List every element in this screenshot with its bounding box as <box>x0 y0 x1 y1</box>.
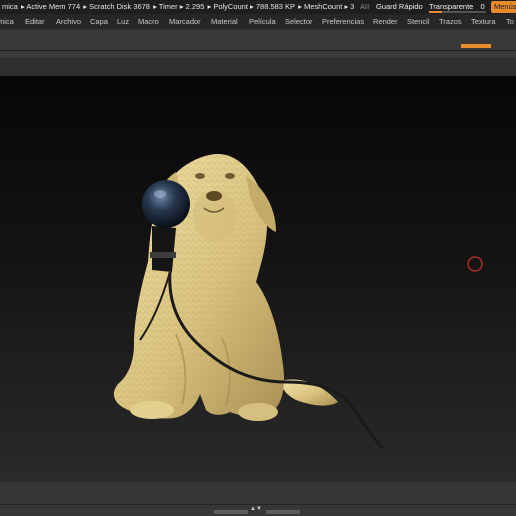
menu-textura[interactable]: Textura <box>471 14 496 29</box>
menu-stencil[interactable]: Stencil <box>407 14 430 29</box>
stats-readout: mica ▸ Active Mem 774 ▸ Scratch Disk 367… <box>2 0 355 14</box>
active-menu-marker <box>461 44 491 48</box>
status-bar: mica ▸ Active Mem 774 ▸ Scratch Disk 367… <box>0 0 516 14</box>
bottom-handle-right[interactable] <box>266 510 300 514</box>
menu-selector[interactable]: Selector <box>285 14 313 29</box>
brush-cursor-icon <box>467 256 483 272</box>
toolbar-strip-lower <box>0 58 516 76</box>
menu-macro[interactable]: Macro <box>138 14 159 29</box>
menu-preferencias[interactable]: Preferencias <box>322 14 364 29</box>
menu-mica[interactable]: mica <box>0 14 14 29</box>
menu-trazos[interactable]: Trazos <box>439 14 462 29</box>
stat-mica: mica <box>2 2 18 11</box>
transparency-track[interactable] <box>429 11 486 13</box>
toolbar-strip <box>0 51 516 58</box>
menu-pelicula[interactable]: Película <box>249 14 276 29</box>
menu-marcador[interactable]: Marcador <box>169 14 201 29</box>
stat-scratch-disk: ▸ Scratch Disk 3678 <box>83 2 150 11</box>
transparency-fill <box>429 11 442 13</box>
menu-luz[interactable]: Luz <box>117 14 129 29</box>
stat-timer: ▸ Timer ▸ 2.295 <box>153 2 205 11</box>
menu-render[interactable]: Render <box>373 14 398 29</box>
menu-material[interactable]: Material <box>211 14 238 29</box>
bottom-shelf: ▲▼ <box>0 482 516 516</box>
top-shelf <box>0 29 516 51</box>
menu-bar: mica Editar Archivo Capa Luz Macro Marca… <box>0 14 516 29</box>
menus-button[interactable]: Menús <box>491 1 516 13</box>
stat-meshcount: ▸ MeshCount ▸ 3 <box>298 2 355 11</box>
transparency-value: 0 <box>480 2 485 11</box>
bottom-handle-left[interactable] <box>214 510 248 514</box>
expand-arrows-icon[interactable]: ▲▼ <box>250 506 262 512</box>
menu-tool[interactable]: To <box>506 14 514 29</box>
dog-sculpt-with-microphone <box>113 154 483 449</box>
menu-archivo[interactable]: Archivo <box>56 14 81 29</box>
quicksave-button[interactable]: Guard Rápido <box>376 0 423 14</box>
menu-capa[interactable]: Capa <box>90 14 108 29</box>
bottom-divider <box>0 504 516 505</box>
stat-active-mem: ▸ Active Mem 774 <box>20 2 81 11</box>
menu-editar[interactable]: Editar <box>25 14 45 29</box>
canvas-viewport[interactable] <box>0 76 516 482</box>
transparency-label: Transparente <box>429 2 474 11</box>
ai-label: AII <box>360 2 370 11</box>
stat-polycount: ▸ PolyCount ▸ 788.583 KP <box>207 2 296 11</box>
